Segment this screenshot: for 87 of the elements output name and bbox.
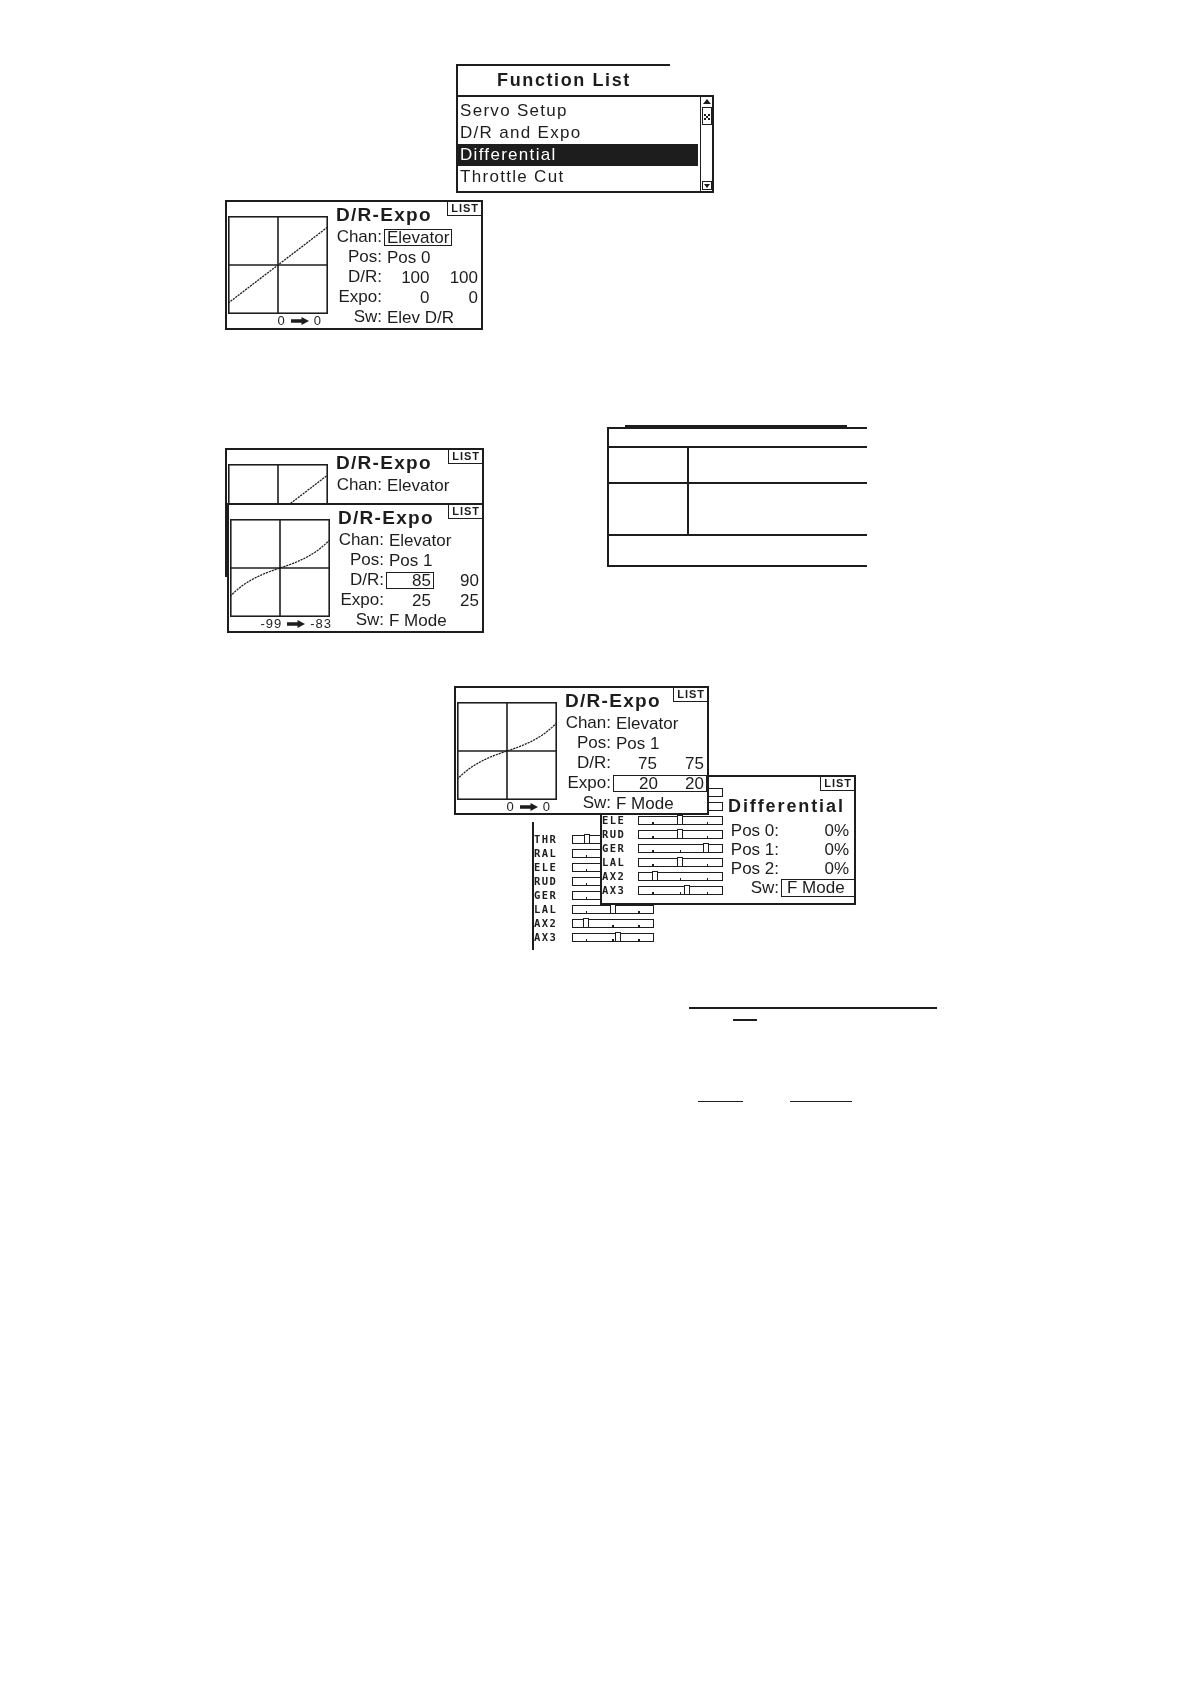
- field-value: 0: [419, 288, 431, 306]
- channel-label: ELE: [602, 814, 627, 826]
- arrow-icon: [290, 316, 309, 325]
- field-label: Expo:: [339, 590, 384, 610]
- field-value: 100: [400, 268, 431, 286]
- field-label: Chan:: [338, 530, 384, 550]
- field-label: Pos 0:: [729, 821, 779, 841]
- field-label: Expo:: [337, 287, 382, 307]
- screen-title: D/R-Expo: [336, 205, 432, 224]
- boxed-value: F Mode: [781, 879, 854, 897]
- field-label: Sw:: [354, 610, 384, 630]
- field-label: Sw:: [749, 878, 779, 898]
- channel-label: LAL: [602, 856, 627, 868]
- list-tab[interactable]: LIST: [448, 450, 482, 464]
- field-value: 0%: [823, 860, 850, 878]
- field-value: 20: [638, 775, 659, 791]
- field-label: D/R:: [347, 267, 382, 287]
- readout-value: -83: [310, 617, 332, 630]
- channel-label: THR: [534, 833, 559, 845]
- scrollbar[interactable]: [700, 97, 712, 191]
- channel-label: RUD: [534, 875, 559, 887]
- field-label: Sw:: [581, 793, 611, 813]
- field-label: D/R:: [576, 753, 611, 773]
- channel-label: RUD: [602, 828, 627, 840]
- field-value: Elevator: [388, 531, 453, 549]
- list-tab[interactable]: LIST: [447, 202, 481, 216]
- arrow-icon: [287, 619, 306, 628]
- field-label: Pos 1:: [729, 840, 779, 860]
- scroll-up-icon[interactable]: [702, 99, 711, 104]
- field-label: Expo:: [566, 773, 611, 793]
- field-value: 0%: [823, 822, 850, 840]
- list-tab[interactable]: LIST: [673, 688, 707, 702]
- list-tab[interactable]: LIST: [820, 777, 854, 791]
- field-value: 25: [459, 591, 480, 609]
- field-label: Pos:: [575, 733, 611, 753]
- readout-value: 0: [277, 314, 286, 327]
- channel-label: AX3: [534, 931, 559, 943]
- channel-label: GER: [602, 842, 627, 854]
- menu-item[interactable]: Throttle Cut: [458, 166, 698, 188]
- field-value: 0: [467, 288, 479, 306]
- field-label: Chan:: [336, 475, 382, 495]
- screen-title: D/R-Expo: [338, 508, 434, 527]
- screen-title: Differential: [728, 796, 845, 816]
- channel-label: ELE: [534, 861, 559, 873]
- readout-value: -99: [260, 617, 283, 630]
- list-tab[interactable]: LIST: [448, 505, 482, 519]
- channel-label: AX2: [602, 870, 627, 882]
- field-value: 0%: [823, 841, 850, 859]
- field-label: Chan:: [565, 713, 611, 733]
- menu-item[interactable]: D/R and Expo: [458, 122, 698, 144]
- field-label: Pos:: [346, 247, 382, 267]
- field-value: Elevator: [615, 714, 680, 732]
- field-label: Sw:: [352, 307, 382, 327]
- field-value: 25: [411, 591, 432, 609]
- field-value: F Mode: [615, 794, 675, 812]
- menu-item[interactable]: Differential: [458, 144, 698, 166]
- field-label: Pos 2:: [729, 859, 779, 879]
- field-value: 20: [684, 775, 705, 791]
- field-value: Elev D/R: [386, 308, 456, 326]
- screen-title: D/R-Expo: [336, 453, 432, 472]
- field-value: Pos 1: [615, 734, 661, 752]
- field-value: Pos 0: [386, 248, 432, 266]
- field-label: Chan:: [336, 227, 382, 247]
- field-label: Pos:: [348, 550, 384, 570]
- field-value: 75: [684, 754, 705, 772]
- boxed-value: Elevator: [384, 228, 453, 246]
- screen-title: D/R-Expo: [565, 691, 661, 710]
- field-value: 75: [637, 754, 658, 772]
- channel-label: AX3: [602, 884, 627, 896]
- field-label: D/R:: [349, 570, 384, 590]
- field-value: Elevator: [386, 476, 451, 494]
- field-value: Pos 1: [388, 551, 434, 569]
- menu-item[interactable]: Servo Setup: [458, 100, 698, 122]
- readout-value: 0: [313, 314, 322, 327]
- scroll-down-icon[interactable]: [701, 181, 712, 190]
- readout-value: 0: [506, 800, 515, 813]
- channel-label: LAL: [534, 903, 559, 915]
- field-value: 100: [448, 268, 479, 286]
- field-value: 90: [459, 571, 480, 589]
- boxed-value: 85: [386, 571, 434, 589]
- channel-label: AX2: [534, 917, 559, 929]
- channel-label: RAL: [534, 847, 559, 859]
- field-value: F Mode: [388, 611, 448, 629]
- arrow-icon: [519, 802, 538, 811]
- readout-value: 0: [542, 800, 551, 813]
- channel-label: GER: [534, 889, 559, 901]
- scroll-thumb[interactable]: [701, 107, 712, 125]
